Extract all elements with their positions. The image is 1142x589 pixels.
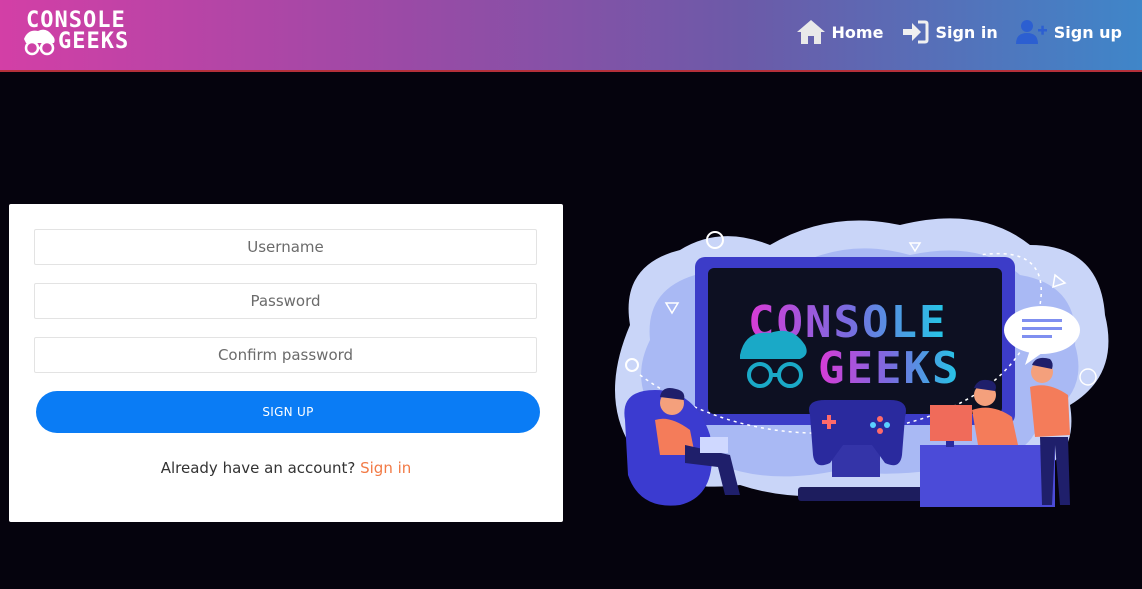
nav-home[interactable]: Home: [796, 19, 884, 45]
nav-signin[interactable]: Sign in: [901, 19, 998, 45]
nav-signin-label: Sign in: [935, 22, 998, 42]
signin-link[interactable]: Sign in: [360, 459, 411, 477]
sign-in-icon: [903, 20, 929, 44]
password-input[interactable]: [34, 283, 537, 319]
sign-up-button[interactable]: SIGN UP: [36, 391, 540, 433]
nav-links: Home Sign in Sign up: [796, 16, 1122, 48]
brand-line-2: GEEKS: [58, 29, 130, 54]
geek-face-icon: [24, 29, 55, 56]
user-plus-icon: [1015, 20, 1047, 44]
nav-signup-label: Sign up: [1053, 22, 1122, 42]
brand-logo[interactable]: CONSOLE GEEKS: [20, 7, 140, 57]
gaming-illustration: CONSOLE GEEKS: [600, 205, 1120, 515]
username-input[interactable]: [34, 229, 537, 265]
nav-signup[interactable]: Sign up: [1015, 19, 1122, 45]
signin-prompt: Already have an account? Sign in: [9, 459, 563, 477]
navbar: CONSOLE GEEKS Home Sign in Sign up: [0, 0, 1142, 72]
nav-home-label: Home: [831, 22, 884, 42]
screen-logo-line-2: GEEKS: [818, 343, 960, 394]
home-icon: [796, 20, 825, 44]
signup-card: SIGN UP Already have an account? Sign in: [9, 204, 563, 522]
confirm-password-input[interactable]: [34, 337, 537, 373]
signin-prompt-text: Already have an account?: [160, 459, 361, 477]
